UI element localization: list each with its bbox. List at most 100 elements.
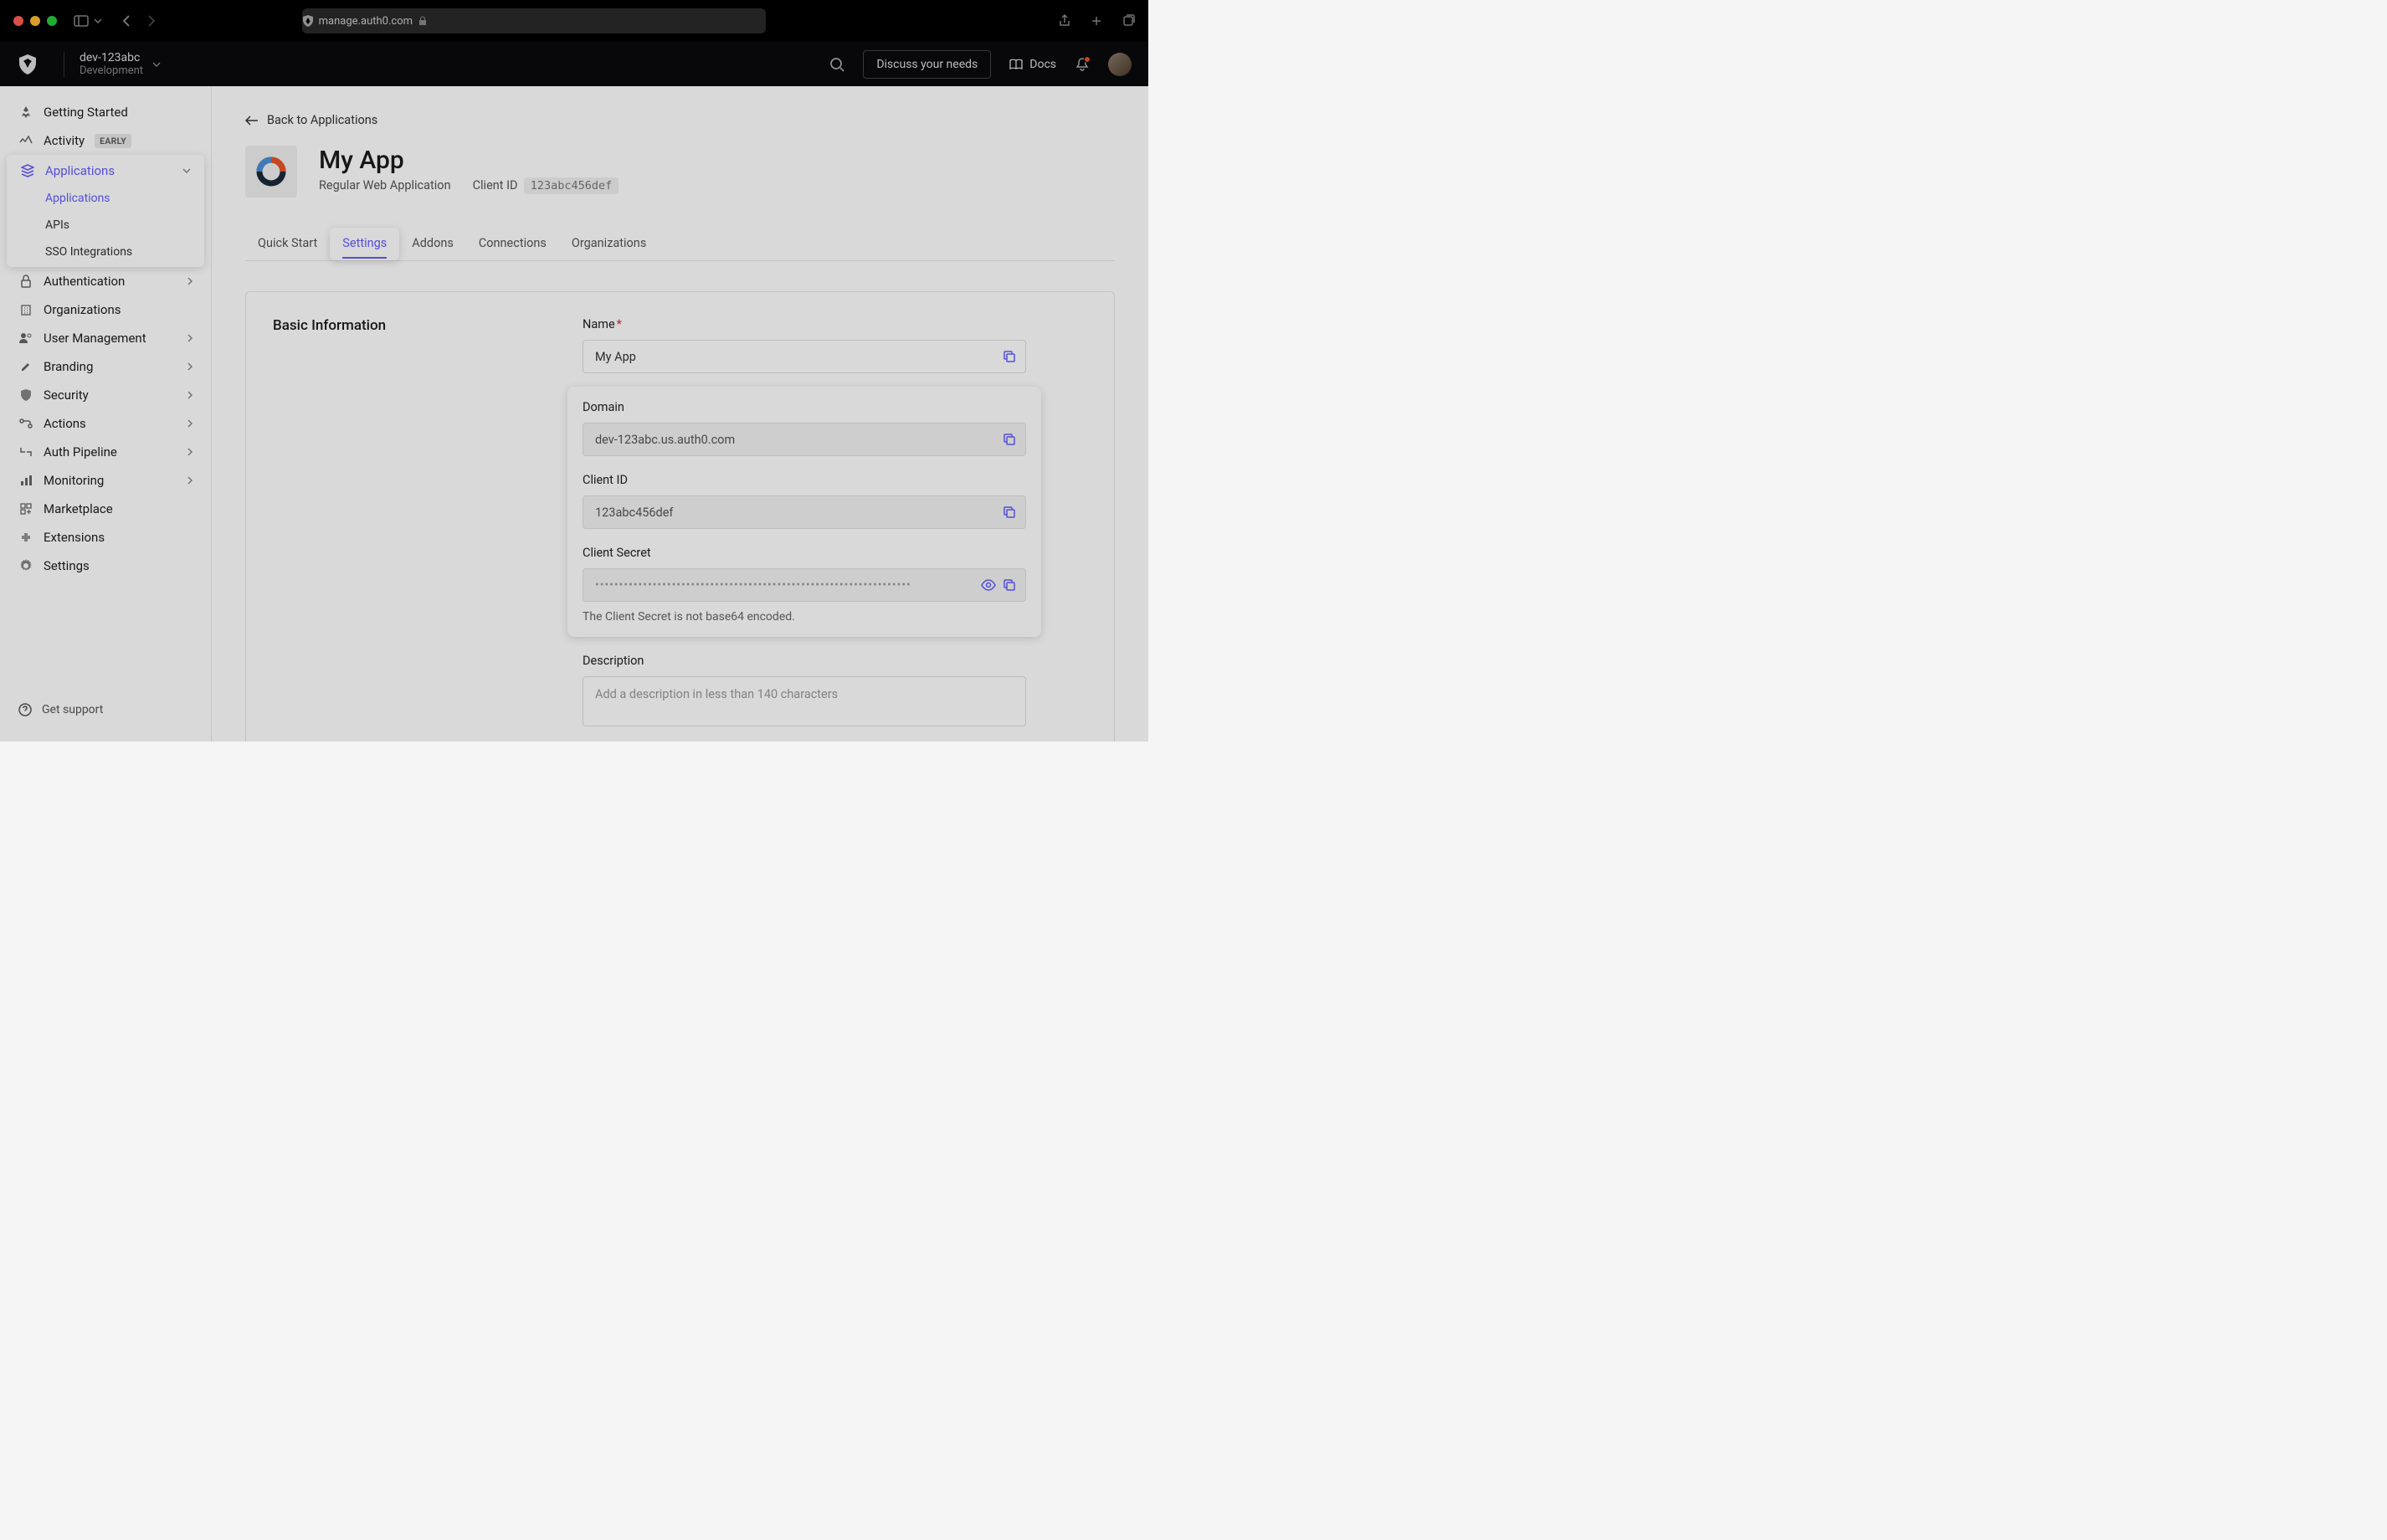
docs-link[interactable]: Docs [1009,58,1056,71]
tab-label: Quick Start [258,236,317,250]
sidebar-item-authentication[interactable]: Authentication [5,267,206,295]
browser-chrome: manage.auth0.com [0,0,1148,42]
client-secret-note: The Client Secret is not base64 encoded. [583,610,1026,624]
sidebar-sub-applications[interactable]: Applications [7,185,204,212]
tenant-selector[interactable]: dev-123abc Development [80,51,162,77]
tab-organizations[interactable]: Organizations [559,228,659,260]
client-id-label: Client ID [583,473,1026,487]
client-secret-input[interactable]: ••••••••••••••••••••••••••••••••••••••••… [583,568,1026,602]
address-bar[interactable]: manage.auth0.com [302,8,766,33]
sidebar-toggle-icon[interactable] [74,15,89,27]
sidebar-item-marketplace[interactable]: Marketplace [5,495,206,523]
auth0-logo-icon[interactable] [17,54,38,75]
chevron-down-icon [151,61,162,68]
window-maximize[interactable] [47,16,57,26]
gear-icon [18,558,33,573]
sidebar-sub-apis[interactable]: APIs [7,212,204,239]
sidebar-item-activity[interactable]: Activity EARLY [5,126,206,155]
sidebar-item-applications[interactable]: Applications [7,157,204,185]
tab-quick-start[interactable]: Quick Start [245,228,330,260]
nav-label: Extensions [44,530,105,545]
secret-masked: ••••••••••••••••••••••••••••••••••••••••… [595,578,962,592]
sidebar-item-getting-started[interactable]: Getting Started [5,98,206,126]
tabs: Quick Start Settings Addons Connections … [245,228,1115,261]
sidebar-item-organizations[interactable]: Organizations [5,295,206,324]
nav-label: User Management [44,331,146,346]
section-heading: Basic Information [273,317,583,334]
book-icon [1009,59,1023,70]
sidebar-item-settings[interactable]: Settings [5,552,206,580]
description-label: Description [583,654,1026,668]
share-icon[interactable] [1058,14,1071,28]
field-client-secret: Client Secret ••••••••••••••••••••••••••… [583,546,1026,624]
tab-connections[interactable]: Connections [466,228,559,260]
chevron-right-icon [187,419,192,428]
get-support-link[interactable]: Get support [18,703,192,716]
users-icon [18,331,33,346]
window-controls [13,16,57,26]
name-label: Name* [583,317,1026,331]
domain-input[interactable] [583,423,1026,456]
copy-icon[interactable] [999,575,1019,595]
new-tab-icon[interactable] [1090,14,1103,28]
credentials-highlight: Domain Client ID [567,387,1041,637]
sidebar-item-security[interactable]: Security [5,381,206,409]
url-text: manage.auth0.com [319,15,413,28]
client-id-code: 123abc456def [524,177,619,194]
sidebar-item-monitoring[interactable]: Monitoring [5,466,206,495]
arrow-left-icon [245,116,259,126]
reveal-icon[interactable] [981,579,996,591]
back-to-applications[interactable]: Back to Applications [245,113,1115,127]
tab-label: Connections [479,236,547,250]
discuss-button[interactable]: Discuss your needs [863,50,991,79]
window-close[interactable] [13,16,23,26]
search-icon[interactable] [829,57,844,72]
description-textarea[interactable] [583,676,1026,726]
back-icon[interactable] [122,14,131,28]
client-id-input[interactable] [583,495,1026,529]
chart-icon [18,473,33,488]
docs-label: Docs [1029,58,1056,71]
activity-icon [18,133,33,148]
client-id-label: Client ID [473,178,518,192]
sidebar-item-user-management[interactable]: User Management [5,324,206,352]
notifications-button[interactable] [1075,57,1090,72]
sidebar-item-extensions[interactable]: Extensions [5,523,206,552]
user-avatar[interactable] [1108,53,1132,76]
tab-addons[interactable]: Addons [399,228,466,260]
sidebar-sub-sso[interactable]: SSO Integrations [7,239,204,265]
tab-label: Addons [412,236,454,250]
tenant-name: dev-123abc [80,51,143,64]
nav-label: Getting Started [44,105,128,120]
sidebar-item-actions[interactable]: Actions [5,409,206,438]
lock-icon [18,274,33,289]
chevron-down-icon [182,168,191,173]
copy-icon[interactable] [999,429,1019,449]
chevron-right-icon [187,277,192,285]
back-label: Back to Applications [267,113,377,127]
sidebar-item-auth-pipeline[interactable]: Auth Pipeline [5,438,206,466]
puzzle-icon [18,530,33,545]
copy-icon[interactable] [999,502,1019,522]
chevron-down-icon[interactable] [94,18,102,23]
help-icon [18,703,32,716]
nav-label: Organizations [44,302,121,317]
field-client-id: Client ID [583,473,1026,529]
early-badge: EARLY [95,134,131,148]
sidebar-item-branding[interactable]: Branding [5,352,206,381]
window-minimize[interactable] [30,16,40,26]
copy-icon[interactable] [999,346,1019,367]
grid-icon [18,501,33,516]
support-label: Get support [42,703,103,716]
shield-icon [18,388,33,403]
name-input[interactable] [583,340,1026,373]
forward-icon [147,14,156,28]
tab-settings[interactable]: Settings [330,228,399,260]
chevron-right-icon [187,334,192,342]
nav-label: APIs [45,218,69,232]
nav-label: Security [44,388,89,403]
tenant-environment: Development [80,64,143,77]
chevron-right-icon [187,476,192,485]
field-description: Description [583,654,1026,730]
tabs-icon[interactable] [1122,14,1135,28]
